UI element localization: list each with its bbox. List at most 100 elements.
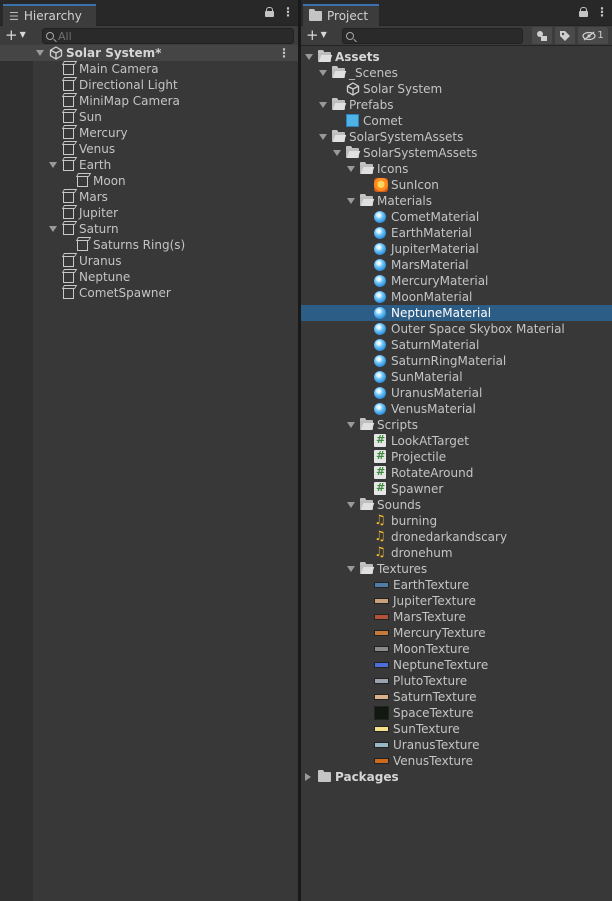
project-item[interactable]: Materials <box>301 193 612 209</box>
hierarchy-item[interactable]: Mercury <box>0 125 298 141</box>
scene-options-icon[interactable]: ⋮ <box>278 47 290 59</box>
expand-arrow-icon[interactable] <box>49 226 57 232</box>
expand-arrow-icon[interactable] <box>347 502 355 508</box>
sun-image-icon <box>374 178 388 192</box>
expand-arrow-icon[interactable] <box>305 773 311 781</box>
project-item[interactable]: ♫ dronehum <box>301 545 612 561</box>
project-item[interactable]: SaturnMaterial <box>301 337 612 353</box>
create-button[interactable]: + ▼ <box>5 28 26 43</box>
hierarchy-search-input[interactable] <box>54 29 293 43</box>
expand-arrow-icon[interactable] <box>49 162 57 168</box>
project-item[interactable]: SolarSystemAssets <box>301 145 612 161</box>
hierarchy-item[interactable]: MiniMap Camera <box>0 93 298 109</box>
hierarchy-item[interactable]: Saturns Ring(s) <box>0 237 298 253</box>
project-item[interactable]: Sounds <box>301 497 612 513</box>
project-item[interactable]: CometMaterial <box>301 209 612 225</box>
search-by-label-button[interactable] <box>555 27 575 44</box>
project-item[interactable]: Outer Space Skybox Material <box>301 321 612 337</box>
expand-arrow-icon[interactable] <box>305 54 313 60</box>
project-item[interactable]: MoonTexture <box>301 641 612 657</box>
hierarchy-item[interactable]: Moon <box>0 173 298 189</box>
more-options-icon[interactable]: ⋮ <box>282 6 294 18</box>
project-item[interactable]: LookAtTarget <box>301 433 612 449</box>
project-item[interactable]: JupiterTexture <box>301 593 612 609</box>
hierarchy-item[interactable]: Directional Light <box>0 77 298 93</box>
project-item[interactable]: Spawner <box>301 481 612 497</box>
expand-arrow-icon[interactable] <box>36 50 44 56</box>
expand-arrow-icon[interactable] <box>319 70 327 76</box>
hierarchy-search[interactable] <box>42 28 294 44</box>
expand-arrow-icon[interactable] <box>347 198 355 204</box>
hierarchy-item[interactable]: Venus <box>0 141 298 157</box>
project-item[interactable]: NeptuneTexture <box>301 657 612 673</box>
tab-project[interactable]: Project <box>303 4 379 26</box>
search-by-type-button[interactable] <box>532 27 552 44</box>
project-item[interactable]: SpaceTexture <box>301 705 612 721</box>
project-item[interactable]: Textures <box>301 561 612 577</box>
project-item[interactable]: MoonMaterial <box>301 289 612 305</box>
expand-arrow-icon[interactable] <box>347 566 355 572</box>
expand-arrow-icon[interactable] <box>347 166 355 172</box>
project-search[interactable] <box>342 28 523 44</box>
project-item[interactable]: PlutoTexture <box>301 673 612 689</box>
project-item-label: EarthTexture <box>393 578 470 592</box>
hierarchy-item[interactable]: Earth <box>0 157 298 173</box>
project-item[interactable]: SaturnTexture <box>301 689 612 705</box>
project-item[interactable]: EarthTexture <box>301 577 612 593</box>
project-item[interactable]: VenusMaterial <box>301 401 612 417</box>
expand-arrow-icon[interactable] <box>333 150 341 156</box>
expand-arrow-icon[interactable] <box>347 422 355 428</box>
project-item[interactable]: SaturnRingMaterial <box>301 353 612 369</box>
project-item[interactable]: VenusTexture <box>301 753 612 769</box>
project-item[interactable]: MarsTexture <box>301 609 612 625</box>
csharp-script-icon <box>374 465 386 479</box>
scene-header-row[interactable]: Solar System* ⋮ <box>0 45 298 61</box>
project-item-label: JupiterTexture <box>393 594 477 608</box>
gameobject-cube-icon <box>63 64 74 75</box>
hierarchy-item[interactable]: Main Camera <box>0 61 298 77</box>
project-search-input[interactable] <box>354 29 522 43</box>
project-item[interactable]: UranusMaterial <box>301 385 612 401</box>
project-item[interactable]: UranusTexture <box>301 737 612 753</box>
project-item-label: Packages <box>335 770 399 784</box>
project-item[interactable]: Comet <box>301 113 612 129</box>
project-item-label: Solar System <box>363 82 443 96</box>
create-asset-button[interactable]: + ▼ <box>306 28 327 43</box>
project-item[interactable]: MercuryMaterial <box>301 273 612 289</box>
hierarchy-item[interactable]: Uranus <box>0 253 298 269</box>
hierarchy-item[interactable]: CometSpawner <box>0 285 298 301</box>
hidden-packages-toggle[interactable]: 1 <box>578 27 608 44</box>
project-item[interactable]: RotateAround <box>301 465 612 481</box>
project-item[interactable]: Projectile <box>301 449 612 465</box>
hierarchy-item[interactable]: Saturn <box>0 221 298 237</box>
project-item[interactable]: SolarSystemAssets <box>301 129 612 145</box>
hierarchy-item[interactable]: Mars <box>0 189 298 205</box>
hierarchy-item[interactable]: Sun <box>0 109 298 125</box>
project-item[interactable]: ♫ burning <box>301 513 612 529</box>
project-item[interactable]: SunIcon <box>301 177 612 193</box>
project-item[interactable]: JupiterMaterial <box>301 241 612 257</box>
tab-hierarchy[interactable]: ☰ Hierarchy <box>3 4 96 26</box>
expand-arrow-icon[interactable] <box>319 102 327 108</box>
project-item[interactable]: MercuryTexture <box>301 625 612 641</box>
project-item[interactable]: Assets <box>301 49 612 65</box>
lock-icon[interactable] <box>265 7 274 17</box>
hierarchy-item[interactable]: Jupiter <box>0 205 298 221</box>
hierarchy-item[interactable]: Neptune <box>0 269 298 285</box>
gameobject-cube-icon <box>63 272 74 283</box>
project-item[interactable]: Solar System <box>301 81 612 97</box>
project-item[interactable]: SunMaterial <box>301 369 612 385</box>
project-item[interactable]: Prefabs <box>301 97 612 113</box>
project-item[interactable]: Packages <box>301 769 612 785</box>
project-item[interactable]: NeptuneMaterial <box>301 305 612 321</box>
more-options-icon[interactable]: ⋮ <box>596 6 608 18</box>
project-item[interactable]: EarthMaterial <box>301 225 612 241</box>
project-item[interactable]: MarsMaterial <box>301 257 612 273</box>
expand-arrow-icon[interactable] <box>319 134 327 140</box>
project-item[interactable]: _Scenes <box>301 65 612 81</box>
lock-icon[interactable] <box>579 7 588 17</box>
project-item[interactable]: Scripts <box>301 417 612 433</box>
project-item[interactable]: Icons <box>301 161 612 177</box>
project-item[interactable]: ♫ dronedarkandscary <box>301 529 612 545</box>
project-item[interactable]: SunTexture <box>301 721 612 737</box>
